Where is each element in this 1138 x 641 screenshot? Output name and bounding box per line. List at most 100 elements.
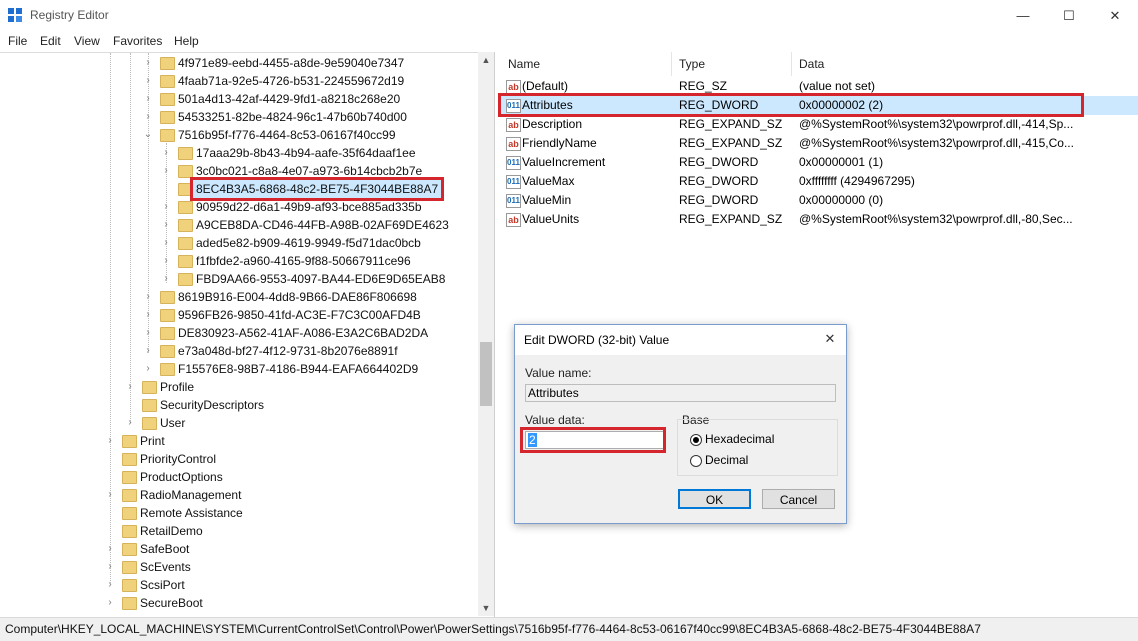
value-row[interactable]: abDescriptionREG_EXPAND_SZ@%SystemRoot%\… <box>498 115 1138 134</box>
decimal-radio[interactable] <box>690 455 702 467</box>
tree-item-label[interactable]: 9596FB26-9850-41fd-AC3E-F7C3C00AFD4B <box>178 306 421 324</box>
tree-scrollbar[interactable]: ▲ ▼ <box>478 52 494 616</box>
expand-chevron-icon[interactable]: › <box>124 378 136 396</box>
tree-item-label[interactable]: aded5e82-b909-4619-9949-f5d71dac0bcb <box>196 234 421 252</box>
tree-item-label[interactable]: Profile <box>160 378 194 396</box>
minimize-button[interactable]: — <box>1000 0 1046 31</box>
collapse-chevron-icon[interactable]: ⌄ <box>142 126 154 144</box>
maximize-button[interactable]: ☐ <box>1046 0 1092 31</box>
value-name-field[interactable]: Attributes <box>525 384 836 402</box>
tree-item-label[interactable]: RadioManagement <box>140 486 241 504</box>
value-row[interactable]: abFriendlyNameREG_EXPAND_SZ@%SystemRoot%… <box>498 134 1138 153</box>
cancel-button[interactable]: Cancel <box>762 489 835 509</box>
menu-file[interactable]: File <box>8 34 27 48</box>
expand-chevron-icon[interactable]: › <box>142 288 154 306</box>
column-header-data[interactable]: Data <box>799 57 824 71</box>
menu-view[interactable]: View <box>74 34 100 48</box>
tree-item-label[interactable]: 4f971e89-eebd-4455-a8de-9e59040e7347 <box>178 54 404 72</box>
registry-tree[interactable]: › 4f971e89-eebd-4455-a8de-9e59040e7347 › 4f… <box>0 52 495 617</box>
menu-edit[interactable]: Edit <box>40 34 61 48</box>
tree-item-label[interactable]: 4faab71a-92e5-4726-b531-224559672d19 <box>178 72 404 90</box>
value-row[interactable]: 011ValueMaxREG_DWORD0xffffffff (42949672… <box>498 172 1138 191</box>
expand-chevron-icon[interactable]: › <box>142 108 154 126</box>
expand-chevron-icon[interactable]: › <box>104 594 116 612</box>
expand-chevron-icon[interactable]: › <box>142 306 154 324</box>
tree-item-label[interactable]: SecurityDescriptors <box>160 396 264 414</box>
tree-item-label[interactable]: ScEvents <box>140 558 191 576</box>
dialog-close-icon[interactable]: ✕ <box>822 331 838 347</box>
decimal-label[interactable]: Decimal <box>705 453 748 467</box>
hexadecimal-label[interactable]: Hexadecimal <box>705 432 774 446</box>
tree-item-label[interactable]: 501a4d13-42af-4429-9fd1-a8218c268e20 <box>178 90 400 108</box>
title-bar: Registry Editor — ☐ ✕ <box>0 0 1138 31</box>
expand-chevron-icon[interactable]: › <box>142 342 154 360</box>
expand-chevron-icon[interactable]: › <box>124 414 136 432</box>
expand-chevron-icon[interactable]: › <box>160 234 172 252</box>
value-data: @%SystemRoot%\system32\powrprof.dll,-414… <box>799 115 1079 134</box>
tree-item-label[interactable]: RetailDemo <box>140 522 203 540</box>
expand-chevron-icon[interactable]: › <box>160 144 172 162</box>
tree-item-label[interactable]: SafeBoot <box>140 540 189 558</box>
hexadecimal-radio[interactable] <box>690 434 702 446</box>
expand-chevron-icon[interactable]: › <box>142 90 154 108</box>
string-value-icon: ab <box>506 213 521 227</box>
value-name: FriendlyName <box>522 134 597 153</box>
value-name: ValueMin <box>522 191 571 210</box>
tree-item-label[interactable]: 17aaa29b-8b43-4b94-aafe-35f64daaf1ee <box>196 144 416 162</box>
menu-favorites[interactable]: Favorites <box>113 34 162 48</box>
tree-item-label[interactable]: PriorityControl <box>140 450 216 468</box>
value-row[interactable]: 011ValueMinREG_DWORD0x00000000 (0) <box>498 191 1138 210</box>
column-header-name[interactable]: Name <box>508 57 540 71</box>
tree-item-label[interactable]: 7516b95f-f776-4464-8c53-06167f40cc99 <box>178 126 396 144</box>
tree-item-label[interactable]: 3c0bc021-c8a8-4e07-a973-6b14cbcb2b7e <box>196 162 422 180</box>
expand-chevron-icon[interactable]: › <box>142 54 154 72</box>
tree-item-label[interactable]: f1fbfde2-a960-4165-9f88-50667911ce96 <box>196 252 411 270</box>
scroll-down-arrow-icon[interactable]: ▼ <box>478 600 494 616</box>
value-row[interactable]: abValueUnitsREG_EXPAND_SZ@%SystemRoot%\s… <box>498 210 1138 229</box>
expand-chevron-icon[interactable]: › <box>160 162 172 180</box>
close-button[interactable]: ✕ <box>1092 0 1138 31</box>
value-type: REG_EXPAND_SZ <box>679 115 782 134</box>
expand-chevron-icon[interactable]: › <box>104 558 116 576</box>
tree-item-label[interactable]: Print <box>140 432 165 450</box>
expand-chevron-icon[interactable]: › <box>160 216 172 234</box>
tree-item-label[interactable]: 8619B916-E004-4dd8-9B66-DAE86F806698 <box>178 288 417 306</box>
tree-item-label[interactable]: F15576E8-98B7-4186-B944-EAFA664402D9 <box>178 360 418 378</box>
tree-item-label[interactable]: User <box>160 414 185 432</box>
tree-item-label[interactable]: 90959d22-d6a1-49b9-af93-bce885ad335b <box>196 198 422 216</box>
expand-chevron-icon[interactable]: › <box>104 486 116 504</box>
column-header-type[interactable]: Type <box>679 57 705 71</box>
tree-item-label[interactable]: 54533251-82be-4824-96c1-47b60b740d00 <box>178 108 407 126</box>
expand-chevron-icon[interactable]: › <box>142 72 154 90</box>
expand-chevron-icon[interactable]: › <box>160 198 172 216</box>
expand-chevron-icon[interactable]: › <box>104 540 116 558</box>
value-row[interactable]: 011ValueIncrementREG_DWORD0x00000001 (1) <box>498 153 1138 172</box>
tree-item-label[interactable]: ScsiPort <box>140 576 185 594</box>
tree-item-label[interactable]: A9CEB8DA-CD46-44FB-A98B-02AF69DE4623 <box>196 216 449 234</box>
tree-item-label[interactable]: Remote Assistance <box>140 504 243 522</box>
tree-item-label[interactable]: FBD9AA66-9553-4097-BA44-ED6E9D65EAB8 <box>196 270 445 288</box>
tree-connector <box>130 53 132 423</box>
menu-help[interactable]: Help <box>174 34 199 48</box>
folder-icon <box>178 273 193 286</box>
highlight-value-data <box>520 427 666 453</box>
expand-chevron-icon[interactable]: › <box>104 432 116 450</box>
expand-chevron-icon[interactable]: › <box>160 252 172 270</box>
highlight-attributes-row <box>498 93 1084 117</box>
expand-chevron-icon[interactable]: › <box>160 270 172 288</box>
tree-item-label[interactable]: e73a048d-bf27-4f12-9731-8b2076e8891f <box>178 342 398 360</box>
folder-icon <box>178 165 193 178</box>
scroll-up-arrow-icon[interactable]: ▲ <box>478 52 494 68</box>
expand-chevron-icon[interactable]: › <box>142 360 154 378</box>
tree-item-label[interactable]: DE830923-A562-41AF-A086-E3A2C6BAD2DA <box>178 324 428 342</box>
tree-item-label[interactable]: 8EC4B3A5-6868-48c2-BE75-4F3044BE88A7 <box>193 180 441 198</box>
ok-button[interactable]: OK <box>678 489 751 509</box>
dialog-title: Edit DWORD (32-bit) Value <box>524 333 669 347</box>
folder-icon <box>122 543 137 556</box>
expand-chevron-icon[interactable]: › <box>104 576 116 594</box>
scrollbar-thumb[interactable] <box>480 342 492 406</box>
tree-item-label[interactable]: ProductOptions <box>140 468 223 486</box>
tree-item-label[interactable]: SecureBoot <box>140 594 203 612</box>
expand-chevron-icon[interactable]: › <box>142 324 154 342</box>
list-header: Name Type Data <box>498 52 1138 76</box>
